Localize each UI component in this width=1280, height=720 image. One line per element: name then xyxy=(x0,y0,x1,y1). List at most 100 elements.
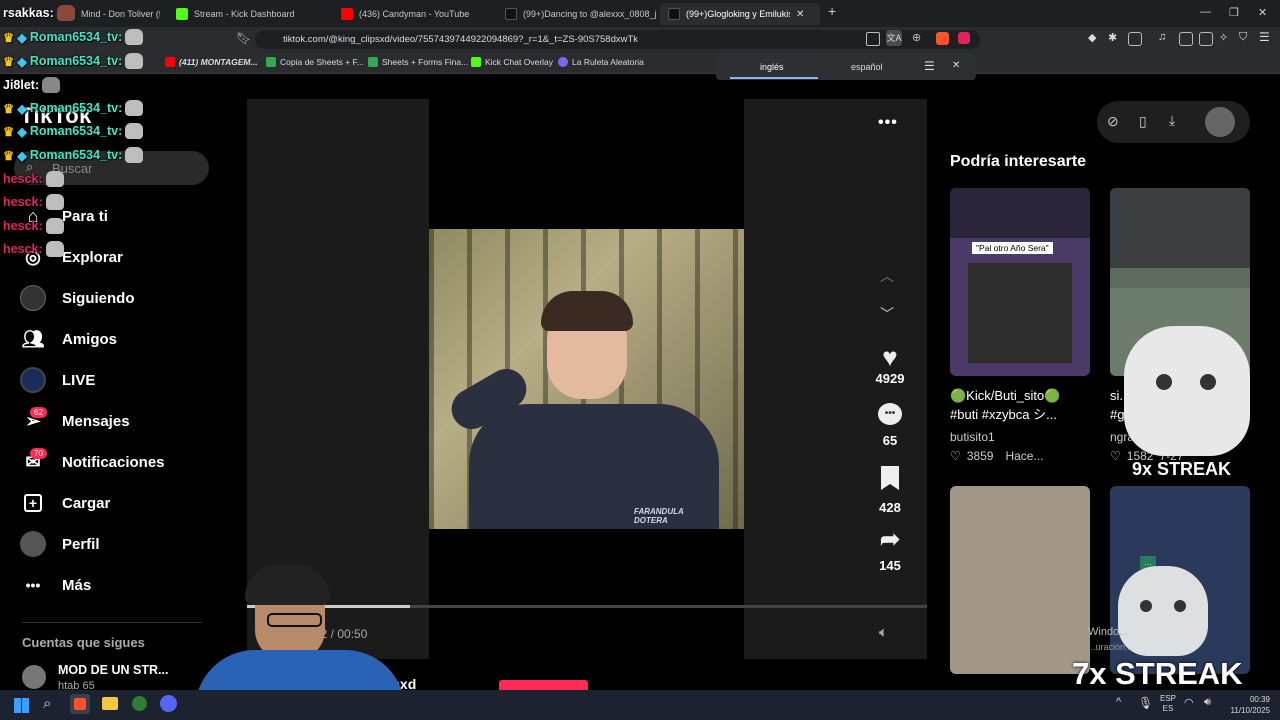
emote-icon xyxy=(125,53,144,69)
coin-icon[interactable]: ⊘ xyxy=(1107,113,1119,130)
sheets-icon xyxy=(266,57,276,67)
profile-icon xyxy=(20,531,46,557)
comment-count: 65 xyxy=(882,433,898,448)
close-icon[interactable]: ✕ xyxy=(796,9,804,20)
cat-emote-image xyxy=(1124,326,1250,456)
menu-icon[interactable]: ☰ xyxy=(1259,30,1270,44)
share-button[interactable]: ➦ 145 xyxy=(870,526,910,573)
folder-icon[interactable] xyxy=(102,697,118,710)
language-indicator[interactable]: ESP ES xyxy=(1160,694,1176,714)
bookmark-item[interactable]: Kick Chat Overlay xyxy=(471,57,553,67)
screenshot-icon[interactable] xyxy=(1128,32,1142,46)
following-icon xyxy=(20,285,46,311)
leo-icon[interactable]: ✧ xyxy=(1219,31,1228,44)
bookmark-icon xyxy=(881,466,899,490)
nav-siguiendo[interactable]: Siguiendo xyxy=(20,285,135,311)
nav-label: Amigos xyxy=(62,330,118,348)
minimize-icon[interactable]: — xyxy=(1200,6,1211,18)
translate-to-option[interactable]: español xyxy=(851,62,883,72)
new-tab-button[interactable]: + xyxy=(828,3,836,19)
nav-label: Siguiendo xyxy=(62,289,135,307)
rec-card-thumb[interactable] xyxy=(950,486,1090,674)
save-button[interactable]: 428 xyxy=(870,466,910,515)
following-name[interactable]: MOD DE UN STR... xyxy=(58,663,168,677)
download-icon[interactable]: ⤓ xyxy=(1169,112,1175,129)
bookmark-item[interactable]: Sheets + Forms Fina... xyxy=(368,57,468,67)
rec-card-thumb[interactable]: "Pal otro Año Sera" xyxy=(950,188,1090,376)
device-icon[interactable]: ▯ xyxy=(1139,113,1147,130)
nav-mas[interactable]: ••• Más xyxy=(20,572,92,598)
emote-icon xyxy=(45,171,64,187)
discord-icon[interactable] xyxy=(160,695,177,712)
more-icon: ••• xyxy=(25,577,41,593)
translate-popup: inglés español ☰ ✕ xyxy=(716,54,976,80)
nav-amigos[interactable]: 👥︎ Amigos xyxy=(20,326,117,352)
chevron-down-icon[interactable]: ﹀ xyxy=(880,304,894,324)
bookmark-icon[interactable]: 🔖︎ xyxy=(236,31,251,45)
tab-3[interactable]: (99+)Dancing to @alexxx_0808_j's Tr xyxy=(497,3,657,25)
maximize-icon[interactable]: ❐ xyxy=(1229,6,1239,19)
vpn-icon[interactable]: ⛉ xyxy=(1239,31,1247,44)
chevron-up-icon[interactable]: ^ xyxy=(1116,696,1121,708)
puzzle-icon[interactable]: ✱ xyxy=(1108,31,1117,44)
zoom-icon[interactable]: ⊕ xyxy=(912,31,921,44)
clock[interactable]: 00:39 11/10/2025 xyxy=(1222,694,1270,716)
chat-message: ♛ ◆ Roman6534_tv: xyxy=(3,53,144,69)
avatar[interactable] xyxy=(22,665,46,689)
chat-message: hesck: xyxy=(3,194,64,210)
avatar[interactable] xyxy=(1205,107,1235,137)
translate-icon[interactable]: 文A xyxy=(886,30,902,46)
cat-eye xyxy=(1200,374,1216,390)
chat-user: hesck: xyxy=(3,195,43,209)
comment-button[interactable]: ••• 65 xyxy=(870,403,910,448)
microphone-icon[interactable]: 🎙︎ xyxy=(1138,696,1153,710)
volume-icon[interactable]: 🔈︎ xyxy=(879,624,888,641)
tab-1[interactable]: Stream - Kick Dashboard xyxy=(168,3,328,25)
rec-caption[interactable]: 🟢Kick/Buti_sito🟢 #buti #xzybca シ... xyxy=(950,386,1090,424)
windows-start-icon[interactable] xyxy=(14,698,29,713)
brave-shields-icon[interactable] xyxy=(936,32,949,45)
wifi-icon[interactable]: ◠ xyxy=(1184,696,1194,709)
cast-icon[interactable] xyxy=(866,32,880,46)
tab-2[interactable]: (436) Candyman - YouTube xyxy=(333,3,493,25)
extension-icon[interactable]: ◆ xyxy=(1088,31,1096,44)
emote-icon xyxy=(45,218,64,234)
wallet-icon[interactable] xyxy=(1199,32,1213,46)
rec-author[interactable]: butisito1 xyxy=(950,430,995,444)
music-icon[interactable]: ♫ xyxy=(1158,31,1166,43)
brave-rewards-icon[interactable] xyxy=(958,32,970,44)
more-options-icon[interactable]: ••• xyxy=(878,114,898,132)
chat-message: ♛ ◆ Roman6534_tv: xyxy=(3,123,144,139)
chat-user: Roman6534_tv: xyxy=(29,30,123,44)
brave-icon[interactable] xyxy=(70,694,90,714)
emote-icon xyxy=(42,77,61,93)
windows-notice-sub: ...uración... xyxy=(1088,642,1133,652)
xbox-icon[interactable] xyxy=(132,696,147,711)
chat-user: hesck: xyxy=(3,172,43,186)
bookmark-item[interactable]: (411) MONTAGEM... xyxy=(165,57,258,67)
tab-4-active[interactable]: (99+)Glogloking y Emilukis: I ✕ xyxy=(660,3,820,25)
chat-message: ♛ ◆ Roman6534_tv: xyxy=(3,100,144,116)
diamond-icon: ◆ xyxy=(17,30,27,45)
volume-icon[interactable]: 🔊︎ xyxy=(1204,696,1211,709)
windows-notice: Windo... xyxy=(1088,626,1129,638)
like-button[interactable]: ♥ 4929 xyxy=(870,343,910,386)
nav-cargar[interactable]: + Cargar xyxy=(20,490,110,516)
close-icon[interactable]: ✕ xyxy=(952,60,960,71)
close-window-icon[interactable]: ✕ xyxy=(1258,6,1267,19)
roulette-icon xyxy=(558,57,568,67)
bookmark-item[interactable]: Copia de Sheets + F... xyxy=(266,57,364,67)
crown-icon: ♛ xyxy=(3,54,15,69)
search-icon[interactable]: ⌕ xyxy=(43,695,51,712)
bookmark-item[interactable]: La Ruleta Aleatoria xyxy=(558,57,644,67)
nav-perfil[interactable]: Perfil xyxy=(20,531,100,557)
chevron-up-icon[interactable]: ︿ xyxy=(880,266,894,286)
nav-live[interactable]: LIVE xyxy=(20,367,95,393)
emote-icon xyxy=(45,241,64,257)
translate-menu-icon[interactable]: ☰ xyxy=(924,59,935,73)
thumb-content xyxy=(968,263,1072,363)
sidebar-icon[interactable] xyxy=(1179,32,1193,46)
emote-icon xyxy=(125,100,144,116)
video-content[interactable]: FARANDULA DOTERA xyxy=(429,229,744,529)
translate-from-option[interactable]: inglés xyxy=(760,62,784,72)
